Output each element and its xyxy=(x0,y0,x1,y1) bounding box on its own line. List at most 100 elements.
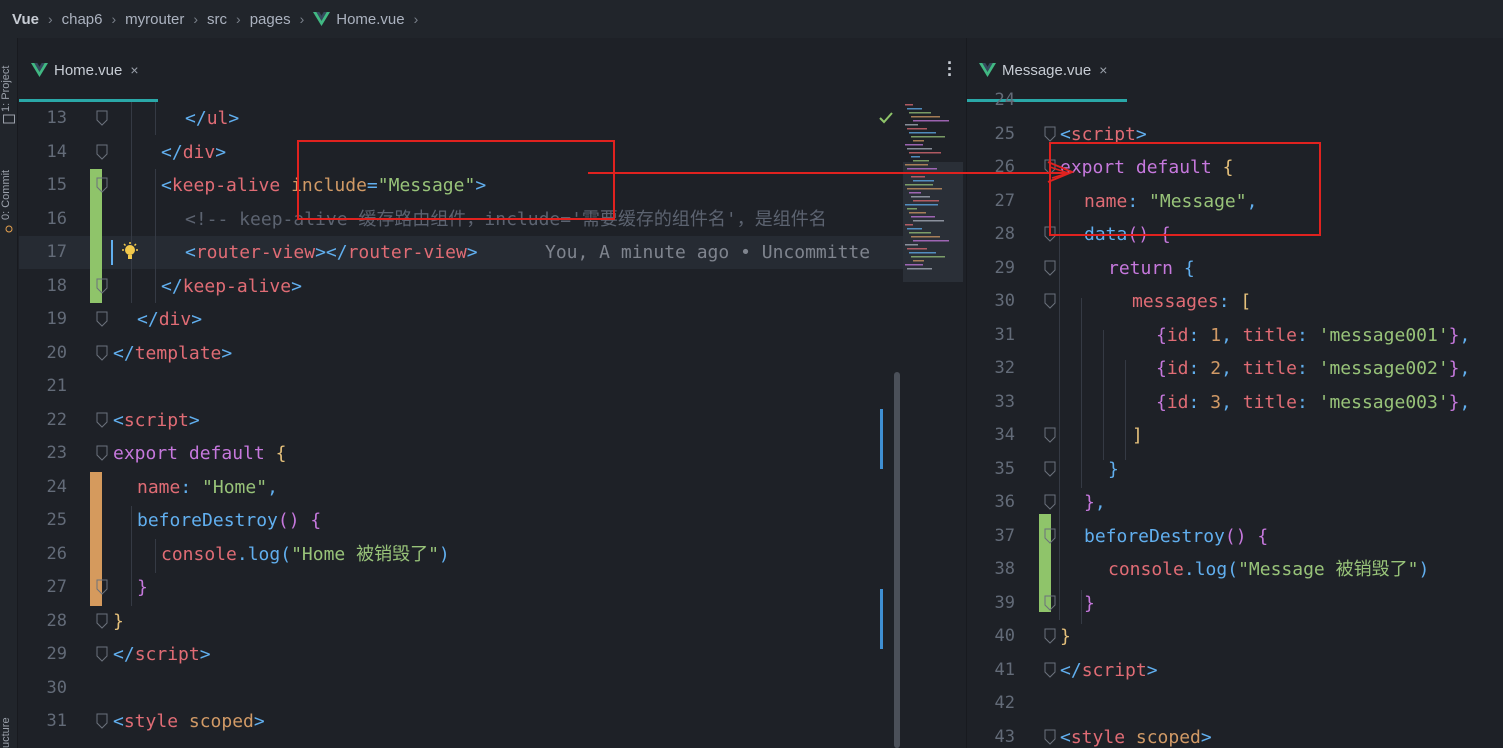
code-line: 24 name: "Home", xyxy=(19,471,964,504)
breadcrumb: Vue › chap6 › myrouter › src › pages › H… xyxy=(0,0,1503,38)
line-number: 31 xyxy=(994,324,1015,345)
code-token: { xyxy=(310,510,322,531)
fold-marker-icon[interactable] xyxy=(1044,427,1056,443)
code-token: : xyxy=(1296,391,1319,413)
code-text: export default { xyxy=(113,437,286,470)
minimap-line xyxy=(907,228,922,230)
code-token: > xyxy=(188,409,200,431)
fold-marker-icon[interactable] xyxy=(96,278,108,294)
change-stripe xyxy=(880,409,883,469)
line-number: 43 xyxy=(994,726,1015,747)
line-number: 33 xyxy=(994,391,1015,412)
vertical-scrollbar[interactable] xyxy=(894,372,900,748)
code-token: script xyxy=(134,644,200,665)
fold-marker-icon[interactable] xyxy=(1044,494,1056,510)
code-token: ul xyxy=(206,108,229,129)
minimap-line xyxy=(905,204,938,206)
code-token: > xyxy=(228,108,240,129)
fold-marker-icon[interactable] xyxy=(96,713,108,729)
code-line: 20 </template> xyxy=(19,337,964,370)
annotation-box-name xyxy=(1049,142,1321,236)
code-line: 34] xyxy=(967,419,1503,452)
fold-marker-icon[interactable] xyxy=(96,412,108,428)
fold-marker-icon[interactable] xyxy=(96,445,108,461)
code-text: {id: 2, title: 'message002'}, xyxy=(1156,352,1470,385)
breadcrumb-item-chap6[interactable]: chap6 xyxy=(62,11,103,28)
more-options-icon[interactable]: · · · xyxy=(946,54,954,84)
line-number: 22 xyxy=(46,409,67,430)
minimap-line xyxy=(909,152,941,154)
code-token: > xyxy=(291,275,302,297)
code-token: } xyxy=(1448,324,1460,346)
minimap-line xyxy=(905,104,913,106)
lightbulb-icon[interactable] xyxy=(121,242,139,262)
minimap-line xyxy=(905,224,913,226)
minimap-line xyxy=(913,260,924,262)
code-text: </script> xyxy=(113,638,211,671)
code-text: </div> xyxy=(161,136,226,169)
fold-marker-icon[interactable] xyxy=(96,110,108,126)
code-line: 28} xyxy=(19,605,964,638)
close-icon[interactable]: × xyxy=(130,62,138,78)
fold-marker-icon[interactable] xyxy=(1044,461,1056,477)
git-blame-hint: You, A minute ago • Uncommitte xyxy=(545,242,871,263)
fold-marker-icon[interactable] xyxy=(96,345,108,361)
code-token: () xyxy=(277,510,300,531)
code-text: return { xyxy=(1108,252,1195,285)
code-token: { xyxy=(1156,391,1167,413)
fold-marker-icon[interactable] xyxy=(96,311,108,327)
fold-marker-icon[interactable] xyxy=(96,579,108,595)
fold-marker-icon[interactable] xyxy=(96,177,108,193)
change-stripe xyxy=(880,589,883,649)
close-icon[interactable]: × xyxy=(1099,62,1107,78)
line-number: 13 xyxy=(46,108,67,128)
code-token: : xyxy=(1188,391,1211,413)
line-number: 37 xyxy=(994,525,1015,546)
code-token: [ xyxy=(1240,291,1252,312)
code-token: , xyxy=(1459,391,1471,413)
fold-marker-icon[interactable] xyxy=(1044,729,1056,745)
fold-marker-icon[interactable] xyxy=(1044,628,1056,644)
tab-home-vue[interactable]: Home.vue × xyxy=(31,38,139,102)
code-text: name: "Home", xyxy=(137,471,278,504)
fold-marker-icon[interactable] xyxy=(96,646,108,662)
fold-marker-icon[interactable] xyxy=(1044,293,1056,309)
minimap-line xyxy=(907,268,932,270)
code-line: 41 </script> xyxy=(967,654,1503,687)
code-token: </ xyxy=(113,342,135,364)
line-number: 42 xyxy=(994,693,1015,713)
fold-marker-icon[interactable] xyxy=(96,613,108,629)
breadcrumb-item-project[interactable]: Vue xyxy=(12,11,39,28)
fold-marker-icon[interactable] xyxy=(1044,528,1056,544)
chevron-right-icon: › xyxy=(47,11,53,27)
code-token: } xyxy=(1060,626,1071,647)
code-minimap[interactable] xyxy=(903,102,963,282)
project-tool-tab[interactable]: 1: Project xyxy=(0,46,18,112)
breadcrumb-item-file[interactable]: Home.vue xyxy=(313,11,405,28)
commit-tool-tab[interactable]: 0: Commit xyxy=(0,150,18,220)
fold-marker-icon[interactable] xyxy=(1044,260,1056,276)
minimap-line xyxy=(913,140,924,142)
fold-marker-icon[interactable] xyxy=(1044,662,1056,678)
breadcrumb-item-pages[interactable]: pages xyxy=(250,11,291,28)
code-text: } xyxy=(1108,453,1119,486)
fold-marker-icon[interactable] xyxy=(96,144,108,160)
fold-marker-icon[interactable] xyxy=(1044,126,1056,142)
code-text: } xyxy=(1060,620,1071,653)
minimap-line xyxy=(907,248,927,250)
line-number: 23 xyxy=(46,443,67,463)
minimap-line xyxy=(913,160,929,162)
fold-marker-icon[interactable] xyxy=(1044,595,1056,611)
code-token: } xyxy=(113,610,124,632)
code-token: 3 xyxy=(1210,391,1222,413)
code-token: div xyxy=(182,141,216,163)
code-token: > xyxy=(199,644,211,665)
minimap-line xyxy=(905,264,923,266)
breadcrumb-item-myrouter[interactable]: myrouter xyxy=(125,11,184,28)
code-token: scoped xyxy=(1135,726,1201,748)
structure-tool-tab[interactable]: ucture xyxy=(0,698,18,748)
breadcrumb-item-src[interactable]: src xyxy=(207,11,227,28)
line-number: 29 xyxy=(994,257,1015,278)
